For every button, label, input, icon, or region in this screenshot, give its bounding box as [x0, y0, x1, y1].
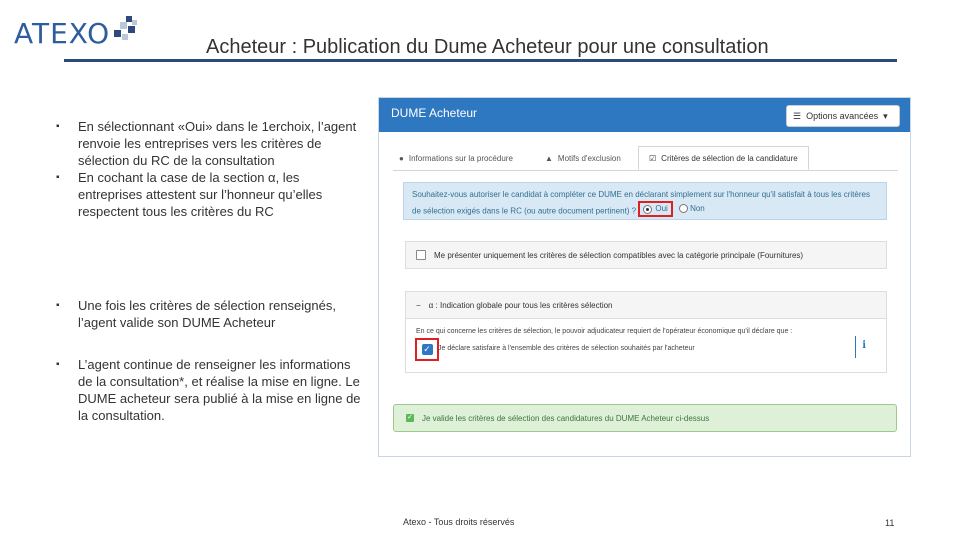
question-alert: Souhaitez-vous autoriser le candidat à c…	[403, 182, 887, 220]
oui-option[interactable]: Oui	[638, 201, 673, 217]
bullet-item: Une fois les critères de sélection rense…	[54, 297, 364, 331]
validate-panel[interactable]: ✓ Je valide les critères de sélection de…	[393, 404, 897, 432]
validate-label: Je valide les critères de sélection des …	[422, 413, 710, 423]
footer-text: Atexo - Tous droits réservés	[403, 517, 515, 527]
title-divider	[64, 59, 897, 62]
info-circle-icon: ●	[399, 153, 404, 163]
validate-checkbox[interactable]: ✓	[406, 414, 414, 422]
oui-label: Oui	[655, 204, 668, 213]
bullet-item: En sélectionnant «Oui» dans le 1erchoix,…	[54, 118, 364, 169]
page-title: Acheteur : Publication du Dume Acheteur …	[206, 36, 769, 58]
alpha-checkbox[interactable]: ✓	[415, 338, 439, 361]
oui-radio[interactable]	[643, 204, 653, 214]
bullet-item: L’agent continue de renseigner les infor…	[54, 356, 364, 424]
tab-motifs[interactable]: ▲ Motifs d'exclusion	[545, 146, 621, 170]
bullet-item: En cochant la case de la section α, les …	[54, 169, 364, 220]
options-label: Options avancées	[806, 111, 879, 121]
info-separator	[855, 336, 856, 358]
alpha-title: α : Indication globale pour tous les cri…	[428, 300, 613, 310]
tab-bar: ● Informations sur la procédure ▲ Motifs…	[393, 146, 898, 171]
dume-screenshot: DUME Acheteur ☰ Options avancées ▾ ● Inf…	[378, 97, 911, 457]
alpha-declaration: Je déclare satisfaire à l'ensemble des c…	[438, 345, 695, 352]
tab-criteres[interactable]: ☑ Critères de sélection de la candidatur…	[638, 146, 809, 170]
page-number: 11	[885, 518, 895, 528]
info-icon[interactable]: i	[862, 340, 866, 351]
tab-label: Critères de sélection de la candidature	[661, 153, 798, 163]
app-header: DUME Acheteur ☰ Options avancées ▾	[379, 98, 910, 132]
tab-label: Motifs d'exclusion	[557, 153, 621, 163]
answer-group: Oui Non	[638, 201, 705, 217]
non-radio[interactable]	[678, 204, 688, 214]
categorie-label: Me présenter uniquement les critères de …	[434, 250, 804, 260]
atexo-logo: ATEXO	[14, 16, 138, 50]
list-icon: ☰	[793, 110, 802, 121]
logo-squares-icon	[112, 16, 138, 42]
check-icon: ✓	[421, 344, 433, 355]
options-avancees-button[interactable]: ☰ Options avancées ▾	[786, 105, 900, 127]
non-label: Non	[690, 204, 705, 213]
alpha-description: En ce qui concerne les critères de sélec…	[416, 328, 793, 335]
warning-icon: ▲	[545, 153, 553, 163]
tab-label: Informations sur la procédure	[408, 153, 513, 163]
bullet-list: En sélectionnant «Oui» dans le 1erchoix,…	[54, 118, 364, 424]
categorie-checkbox[interactable]	[416, 250, 426, 260]
caret-down-icon: ▾	[883, 110, 888, 121]
alpha-panel-header[interactable]: − α : Indication globale pour tous les c…	[406, 292, 886, 319]
alpha-panel: − α : Indication globale pour tous les c…	[405, 291, 887, 373]
checkbox-icon: ☑	[649, 153, 657, 163]
tab-informations[interactable]: ● Informations sur la procédure	[399, 146, 513, 170]
categorie-panel: Me présenter uniquement les critères de …	[405, 241, 887, 269]
collapse-toggle[interactable]: −	[416, 301, 421, 310]
logo-text: ATEXO	[14, 17, 111, 50]
app-title: DUME Acheteur	[391, 106, 478, 120]
non-option[interactable]: Non	[678, 203, 705, 215]
